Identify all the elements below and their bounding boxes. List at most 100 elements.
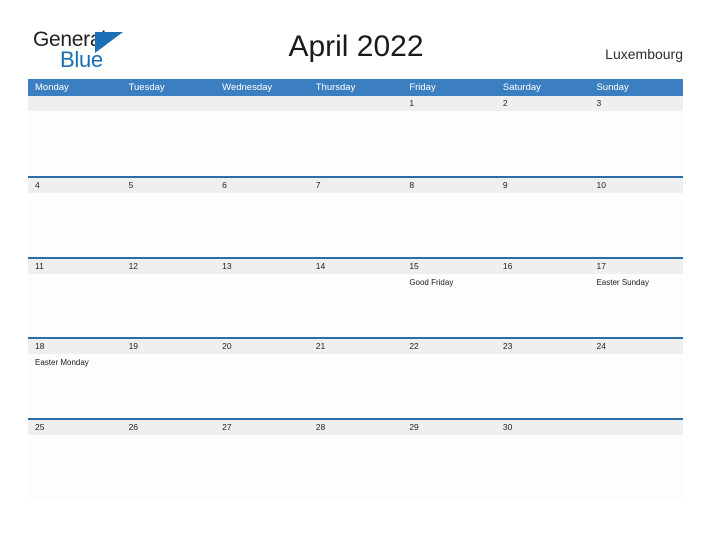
calendar-day-cell[interactable]: 19 (121, 339, 216, 418)
calendar-day-cell[interactable]: 26 (121, 419, 216, 498)
calendar-week-row: 11 12 13 14 15 Good Friday 16 17 Easter Sunday (28, 256, 684, 337)
day-events (402, 354, 496, 357)
weekday-header-sunday: Sunday (596, 82, 629, 93)
holiday-event: Easter Monday (35, 358, 89, 367)
day-events (496, 111, 590, 114)
calendar-day-cell[interactable]: 15 Good Friday (402, 258, 496, 337)
day-events (28, 111, 122, 114)
day-events (309, 435, 403, 438)
calendar-day-empty[interactable] (28, 96, 122, 176)
calendar-day-empty[interactable] (215, 96, 309, 176)
calendar-day-empty[interactable] (121, 96, 216, 176)
calendar-day-cell[interactable]: 21 (308, 339, 403, 418)
day-events (215, 435, 309, 438)
day-number: 6 (215, 178, 309, 193)
calendar-day-cell[interactable]: 7 (308, 178, 403, 257)
day-number: 8 (402, 178, 496, 193)
day-events (589, 193, 683, 196)
calendar-day-cell[interactable]: 4 (28, 178, 122, 257)
day-number: 2 (495, 96, 590, 111)
calendar-day-cell[interactable]: 10 (589, 178, 684, 257)
day-number: 22 (402, 339, 496, 354)
calendar-day-cell[interactable]: 14 (308, 258, 403, 337)
day-events (122, 193, 216, 196)
calendar-day-cell[interactable]: 6 (215, 178, 309, 257)
day-number: 26 (121, 419, 216, 435)
day-events (215, 354, 309, 357)
calendar-week-row: 25 26 27 28 29 30 (28, 417, 684, 498)
calendar-day-cell[interactable]: 27 (215, 419, 309, 498)
day-events (28, 435, 122, 438)
day-events (122, 274, 216, 277)
day-events: Easter Sunday (589, 274, 683, 288)
calendar-day-cell[interactable]: 3 (589, 96, 684, 176)
day-number: 28 (308, 419, 403, 435)
calendar-day-cell[interactable]: 9 (495, 178, 590, 257)
day-events (309, 274, 403, 277)
day-events (589, 435, 683, 438)
calendar-grid: Monday Tuesday Wednesday Thursday Friday Satu… (28, 79, 684, 498)
day-events (589, 354, 683, 357)
day-events (496, 354, 590, 357)
day-events (122, 354, 216, 357)
page-header: General Blue April 2022 Luxembourg (0, 0, 712, 78)
day-events (402, 111, 496, 114)
calendar-day-cell[interactable]: 22 (402, 339, 496, 418)
weekday-header-friday: Friday (409, 82, 436, 93)
calendar-day-cell[interactable]: 16 (495, 258, 590, 337)
day-events (402, 435, 496, 438)
day-events: Easter Monday (28, 354, 122, 368)
day-number: 7 (308, 178, 403, 193)
calendar-day-cell[interactable]: 12 (121, 258, 216, 337)
day-number: 10 (589, 178, 684, 193)
day-events (496, 274, 590, 277)
day-number: 16 (495, 258, 590, 274)
day-number: 12 (121, 258, 216, 274)
day-number: 4 (28, 178, 122, 193)
calendar-day-cell[interactable]: 11 (28, 258, 122, 337)
day-events (496, 435, 590, 438)
day-events (309, 354, 403, 357)
calendar-day-cell[interactable]: 18 Easter Monday (28, 339, 122, 418)
calendar-day-empty[interactable] (589, 419, 684, 498)
calendar-day-cell[interactable]: 8 (402, 178, 496, 257)
calendar-day-cell[interactable]: 23 (495, 339, 590, 418)
calendar-day-cell[interactable]: 28 (308, 419, 403, 498)
day-events (589, 111, 683, 114)
calendar-day-cell[interactable]: 13 (215, 258, 309, 337)
weekday-header-thursday: Thursday (315, 82, 356, 93)
day-number: 23 (495, 339, 590, 354)
calendar-day-cell[interactable]: 30 (495, 419, 590, 498)
day-events: Good Friday (402, 274, 496, 288)
day-number: 1 (402, 96, 496, 111)
day-events (309, 111, 403, 114)
calendar-day-cell[interactable]: 1 (402, 96, 496, 176)
holiday-event: Good Friday (409, 277, 454, 287)
day-number: 5 (121, 178, 216, 193)
day-number: 14 (308, 258, 403, 274)
day-events (122, 111, 216, 114)
country-label: Luxembourg (605, 46, 683, 62)
weekday-header-wednesday: Wednesday (222, 82, 273, 93)
day-number: 30 (495, 419, 590, 435)
day-events (309, 193, 403, 196)
calendar-day-cell[interactable]: 5 (121, 178, 216, 257)
calendar-day-cell[interactable]: 17 Easter Sunday (589, 258, 684, 337)
day-number: 21 (308, 339, 403, 354)
calendar-day-cell[interactable]: 2 (495, 96, 590, 176)
day-events (496, 193, 590, 196)
day-number: 9 (495, 178, 590, 193)
calendar-day-cell[interactable]: 29 (402, 419, 496, 498)
day-number: 15 (402, 258, 496, 274)
calendar-day-empty[interactable] (308, 96, 403, 176)
calendar-week-row: 123 (28, 96, 684, 176)
day-number: 19 (121, 339, 216, 354)
day-number (215, 96, 309, 111)
day-events (402, 193, 496, 196)
day-number: 18 (28, 339, 122, 354)
calendar-day-cell[interactable]: 20 (215, 339, 309, 418)
day-number: 27 (215, 419, 309, 435)
calendar-week-row: 4 5 6 7 8 9 10 (28, 176, 684, 257)
calendar-day-cell[interactable]: 24 (589, 339, 684, 418)
calendar-day-cell[interactable]: 25 (28, 419, 122, 498)
